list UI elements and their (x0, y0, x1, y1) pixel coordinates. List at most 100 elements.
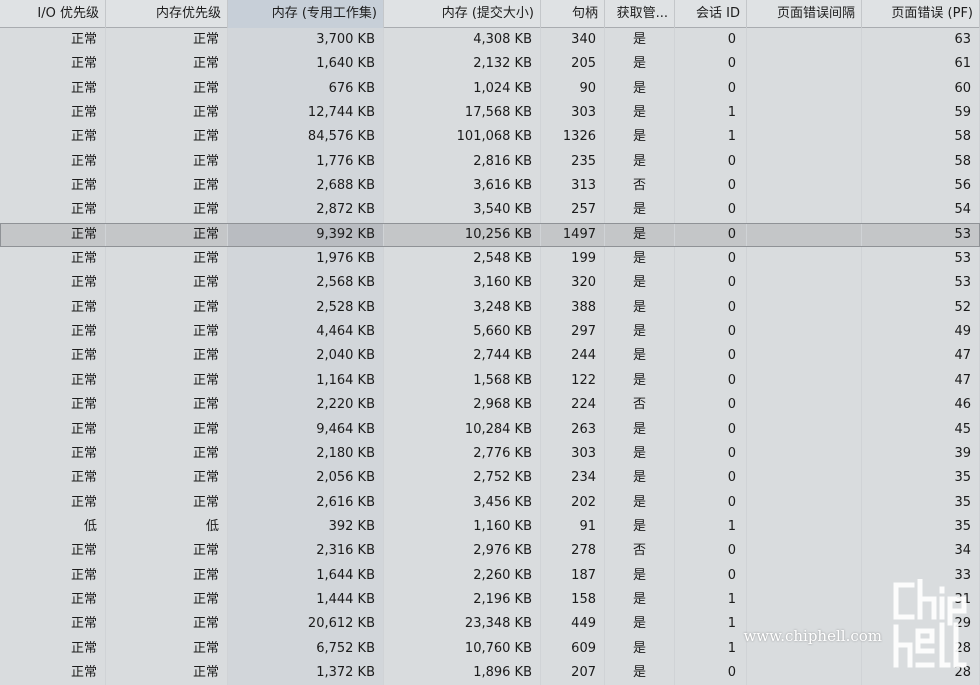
table-row[interactable]: 正常 正常 1,644 KB 2,260 KB 187 是 0 33 (0, 563, 980, 588)
cell-io-priority: 低 (0, 514, 106, 540)
cell-elevated: 是 (605, 368, 675, 394)
cell-session-id: 0 (675, 393, 747, 418)
table-row[interactable]: 正常 正常 2,616 KB 3,456 KB 202 是 0 35 (0, 490, 980, 515)
cell-handles: 205 (541, 52, 605, 77)
cell-mem-private: 2,180 KB (228, 441, 384, 467)
cell-mem-priority: 正常 (106, 247, 228, 272)
cell-session-id: 0 (675, 149, 747, 175)
cell-io-priority: 正常 (0, 393, 106, 418)
table-row[interactable]: 正常 正常 2,040 KB 2,744 KB 244 是 0 47 (0, 344, 980, 369)
cell-mem-commit: 1,024 KB (384, 76, 541, 102)
cell-elevated: 是 (605, 295, 675, 321)
table-row[interactable]: 正常 正常 20,612 KB 23,348 KB 449 是 1 29 (0, 612, 980, 637)
cell-io-priority: 正常 (0, 149, 106, 175)
column-header-handles[interactable]: 句柄 (541, 0, 605, 28)
table-row[interactable]: 正常 正常 1,776 KB 2,816 KB 235 是 0 58 (0, 149, 980, 175)
cell-mem-commit: 1,896 KB (384, 660, 541, 685)
table-row[interactable]: 正常 正常 9,392 KB 10,256 KB 1497 是 0 53 (0, 222, 980, 248)
table-row[interactable]: 正常 正常 4,464 KB 5,660 KB 297 是 0 49 (0, 320, 980, 345)
cell-mem-priority: 正常 (106, 441, 228, 467)
cell-io-priority: 正常 (0, 125, 106, 150)
table-row[interactable]: 正常 正常 2,872 KB 3,540 KB 257 是 0 54 (0, 198, 980, 223)
cell-page-faults: 58 (862, 125, 980, 150)
column-header-mem-priority[interactable]: 内存优先级 (106, 0, 228, 28)
cell-session-id: 0 (675, 222, 747, 248)
table-row[interactable]: 正常 正常 84,576 KB 101,068 KB 1326 是 1 58 (0, 125, 980, 150)
column-header-io-priority[interactable]: I/O 优先级 (0, 0, 106, 28)
cell-pf-delta (747, 125, 862, 150)
table-row[interactable]: 正常 正常 2,056 KB 2,752 KB 234 是 0 35 (0, 466, 980, 491)
table-row[interactable]: 正常 正常 2,220 KB 2,968 KB 224 否 0 46 (0, 393, 980, 418)
column-header-elevated[interactable]: 获取管... (605, 0, 675, 28)
cell-handles: 257 (541, 198, 605, 223)
table-row[interactable]: 正常 正常 6,752 KB 10,760 KB 609 是 1 28 (0, 636, 980, 661)
cell-pf-delta (747, 368, 862, 394)
cell-elevated: 是 (605, 466, 675, 491)
cell-mem-commit: 10,256 KB (384, 222, 541, 248)
cell-mem-priority: 低 (106, 514, 228, 540)
column-header-session-id[interactable]: 会话 ID (675, 0, 747, 28)
cell-mem-commit: 2,752 KB (384, 466, 541, 491)
column-header-page-faults[interactable]: 页面错误 (PF) ˅ (862, 0, 980, 28)
cell-session-id: 0 (675, 441, 747, 467)
cell-elevated: 是 (605, 490, 675, 515)
column-header-mem-private[interactable]: 内存 (专用工作集) (228, 0, 384, 28)
table-row[interactable]: 低低 392 KB 1,160 KB 91 是 1 35 (0, 514, 980, 540)
table-row[interactable]: 正常 正常 1,640 KB 2,132 KB 205 是 0 61 (0, 52, 980, 77)
cell-elevated: 是 (605, 198, 675, 223)
cell-mem-commit: 3,456 KB (384, 490, 541, 515)
cell-pf-delta (747, 52, 862, 77)
cell-mem-commit: 2,776 KB (384, 441, 541, 467)
cell-page-faults: 58 (862, 149, 980, 175)
column-header-label: 获取管... (616, 6, 668, 21)
table-row[interactable]: 正常 正常 2,316 KB 2,976 KB 278 否 0 34 (0, 539, 980, 564)
column-header-pf-delta[interactable]: 页面错误间隔 (747, 0, 862, 28)
table-row[interactable]: 正常 正常 9,464 KB 10,284 KB 263 是 0 45 (0, 417, 980, 442)
cell-session-id: 0 (675, 417, 747, 442)
cell-session-id: 0 (675, 76, 747, 102)
table-row[interactable]: 正常 正常 12,744 KB 17,568 KB 303 是 1 59 (0, 101, 980, 126)
table-row[interactable]: 正常 正常 2,528 KB 3,248 KB 388 是 0 52 (0, 295, 980, 321)
table-row[interactable]: 正常 正常 2,688 KB 3,616 KB 313 否 0 56 (0, 174, 980, 199)
cell-pf-delta (747, 28, 862, 53)
process-rows: 正常 正常 3,700 KB 4,308 KB 340 是 0 63 正常 正常 1,640 KB 2… (0, 28, 980, 685)
cell-pf-delta (747, 295, 862, 321)
column-header-mem-commit[interactable]: 内存 (提交大小) (384, 0, 541, 28)
cell-elevated: 是 (605, 563, 675, 588)
table-row[interactable]: 正常 正常 676 KB 1,024 KB 90 是 0 60 (0, 76, 980, 102)
table-row[interactable]: 正常 正常 3,700 KB 4,308 KB 340 是 0 63 (0, 28, 980, 53)
cell-session-id: 0 (675, 563, 747, 588)
cell-elevated: 是 (605, 125, 675, 150)
table-row[interactable]: 正常 正常 1,164 KB 1,568 KB 122 是 0 47 (0, 368, 980, 394)
cell-mem-priority: 正常 (106, 636, 228, 661)
cell-mem-commit: 1,160 KB (384, 514, 541, 540)
cell-handles: 122 (541, 368, 605, 394)
cell-pf-delta (747, 198, 862, 223)
cell-handles: 263 (541, 417, 605, 442)
cell-mem-private: 20,612 KB (228, 612, 384, 637)
cell-mem-private: 4,464 KB (228, 320, 384, 345)
cell-elevated: 是 (605, 52, 675, 77)
table-row[interactable]: 正常 正常 2,568 KB 3,160 KB 320 是 0 53 (0, 271, 980, 296)
cell-mem-private: 2,056 KB (228, 466, 384, 491)
cell-handles: 313 (541, 174, 605, 199)
cell-io-priority: 正常 (0, 490, 106, 515)
process-details-grid: I/O 优先级 内存优先级 内存 (专用工作集) 内存 (提交大小) 句柄 获取管... 会… (0, 0, 980, 685)
cell-session-id: 0 (675, 344, 747, 369)
cell-elevated: 是 (605, 222, 675, 248)
cell-mem-commit: 3,540 KB (384, 198, 541, 223)
cell-session-id: 1 (675, 125, 747, 150)
cell-mem-private: 2,688 KB (228, 174, 384, 199)
cell-io-priority: 正常 (0, 271, 106, 296)
table-row[interactable]: 正常 正常 2,180 KB 2,776 KB 303 是 0 39 (0, 441, 980, 467)
cell-mem-commit: 10,284 KB (384, 417, 541, 442)
cell-io-priority: 正常 (0, 466, 106, 491)
cell-mem-commit: 2,548 KB (384, 247, 541, 272)
table-row[interactable]: 正常 正常 1,372 KB 1,896 KB 207 是 0 28 (0, 660, 980, 685)
cell-elevated: 是 (605, 271, 675, 296)
table-row[interactable]: 正常 正常 1,444 KB 2,196 KB 158 是 1 31 (0, 587, 980, 613)
cell-mem-private: 676 KB (228, 76, 384, 102)
table-row[interactable]: 正常 正常 1,976 KB 2,548 KB 199 是 0 53 (0, 247, 980, 272)
cell-mem-priority: 正常 (106, 368, 228, 394)
cell-handles: 91 (541, 514, 605, 540)
